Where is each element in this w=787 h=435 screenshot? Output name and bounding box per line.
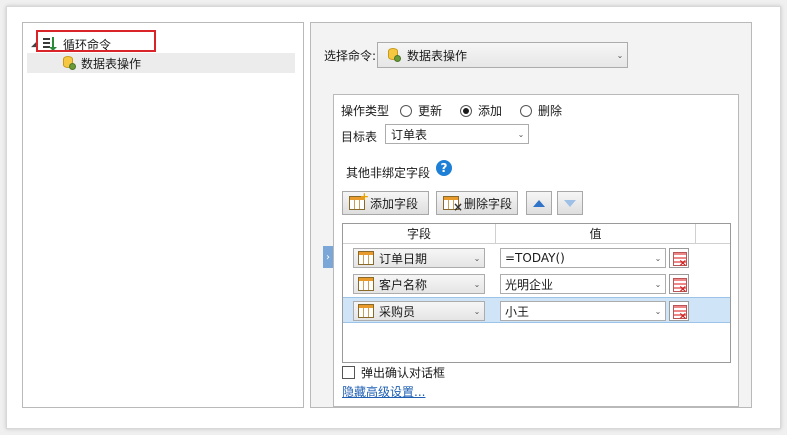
move-down-button[interactable] xyxy=(557,191,583,215)
target-table-value: 订单表 xyxy=(391,127,428,142)
expand-arrow-icon[interactable]: ◢ xyxy=(31,39,41,49)
chevron-down-icon: ⌄ xyxy=(473,253,481,263)
cell-value: 小王 xyxy=(505,304,530,319)
command-tree[interactable]: ◢ 循环命令 数据表操作 xyxy=(22,22,304,408)
field-value: 订单日期 xyxy=(379,251,428,266)
chevron-down-icon: ⌄ xyxy=(654,306,662,316)
database-operation-icon xyxy=(61,55,77,71)
table-row[interactable]: 客户名称 ⌄ 光明企业 ⌄ xyxy=(343,271,730,297)
delete-field-icon xyxy=(443,196,463,214)
help-icon[interactable]: ? xyxy=(436,160,452,176)
add-field-icon xyxy=(349,190,369,210)
column-header-field: 字段 xyxy=(343,224,496,244)
field-dropdown[interactable]: 订单日期 ⌄ xyxy=(353,248,485,268)
column-header-value: 值 xyxy=(496,224,696,244)
tree-node-loop-command[interactable]: ◢ 循环命令 xyxy=(31,35,111,53)
table-row-selected[interactable]: 采购员 ⌄ 小王 ⌄ xyxy=(343,297,730,323)
operation-type-label: 操作类型 xyxy=(341,104,390,118)
delete-field-label: 删除字段 xyxy=(464,196,513,211)
chevron-down-icon: ⌄ xyxy=(654,279,662,289)
field-dropdown[interactable]: 客户名称 ⌄ xyxy=(353,274,485,294)
radio-update[interactable]: 更新 xyxy=(400,102,442,119)
radio-add[interactable]: 添加 xyxy=(460,102,502,119)
unbound-fields-label: 其他非绑定字段 xyxy=(346,166,431,180)
value-input[interactable]: =TODAY() ⌄ xyxy=(500,248,666,268)
hide-advanced-settings-link[interactable]: 隐藏高级设置... xyxy=(342,383,425,400)
arrow-up-icon xyxy=(533,199,545,207)
formula-editor-icon[interactable] xyxy=(669,301,689,322)
tree-node-label: 数据表操作 xyxy=(81,56,142,71)
select-command-label: 选择命令: xyxy=(324,49,377,63)
tree-node-table-operation[interactable]: 数据表操作 xyxy=(27,53,295,73)
grid-header: 字段 值 xyxy=(343,224,730,244)
radio-label: 添加 xyxy=(478,104,503,118)
cell-value: =TODAY() xyxy=(505,251,565,265)
formula-editor-icon[interactable] xyxy=(669,248,689,269)
value-input[interactable]: 小王 ⌄ xyxy=(500,301,666,321)
value-input[interactable]: 光明企业 ⌄ xyxy=(500,274,666,294)
radio-delete[interactable]: 删除 xyxy=(520,102,562,119)
radio-button-icon[interactable] xyxy=(400,104,412,117)
database-operation-icon xyxy=(386,47,402,63)
select-command-dropdown[interactable]: 数据表操作 ⌄ xyxy=(377,42,628,68)
tree-node-label: 循环命令 xyxy=(63,37,112,52)
field-value-grid: 字段 值 订单日期 ⌄ =TODAY() ⌄ 客户名称 ⌄ 光明企业 ⌄ 采购员 xyxy=(342,223,731,363)
chevron-down-icon: ⌄ xyxy=(654,253,662,263)
selected-command-value: 数据表操作 xyxy=(407,48,468,63)
radio-button-icon[interactable] xyxy=(460,104,472,117)
table-field-icon xyxy=(358,304,374,318)
field-value: 客户名称 xyxy=(379,277,428,292)
chevron-down-icon: ⌄ xyxy=(473,279,481,289)
arrow-down-icon xyxy=(564,199,576,207)
confirm-dialog-option[interactable]: 弹出确认对话框 xyxy=(342,364,445,381)
chevron-down-icon: ⌄ xyxy=(517,129,525,139)
target-table-label: 目标表 xyxy=(341,130,378,144)
radio-button-icon[interactable] xyxy=(520,104,532,117)
add-field-button[interactable]: 添加字段 xyxy=(342,190,429,215)
move-up-button[interactable] xyxy=(526,191,552,215)
chevron-down-icon: ⌄ xyxy=(473,306,481,316)
loop-command-icon xyxy=(43,37,59,51)
formula-editor-icon[interactable] xyxy=(669,274,689,295)
table-row[interactable]: 订单日期 ⌄ =TODAY() ⌄ xyxy=(343,245,730,271)
cell-value: 光明企业 xyxy=(505,277,554,292)
chevron-down-icon: ⌄ xyxy=(616,50,624,60)
radio-label: 删除 xyxy=(538,104,563,118)
add-field-label: 添加字段 xyxy=(370,196,419,211)
radio-label: 更新 xyxy=(418,104,443,118)
confirm-dialog-label: 弹出确认对话框 xyxy=(361,366,446,380)
table-field-icon xyxy=(358,251,374,265)
delete-field-button[interactable]: 删除字段 xyxy=(436,191,518,215)
collapse-panel-chevron-icon[interactable]: › xyxy=(323,246,333,268)
field-value: 采购员 xyxy=(379,304,416,319)
table-field-icon xyxy=(358,277,374,291)
target-table-dropdown[interactable]: 订单表 ⌄ xyxy=(385,124,529,144)
field-dropdown[interactable]: 采购员 ⌄ xyxy=(353,301,485,321)
confirm-dialog-checkbox[interactable] xyxy=(342,366,355,379)
